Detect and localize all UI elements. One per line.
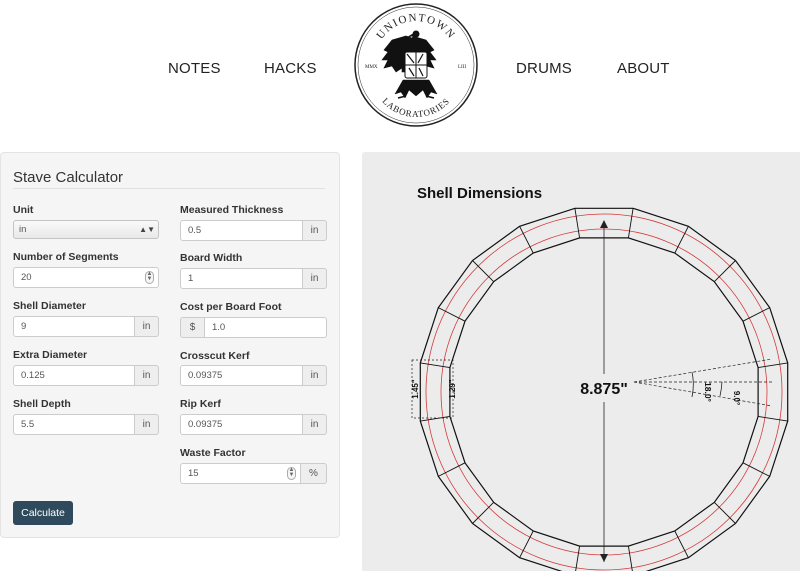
- cost-per-board-foot-label: Cost per Board Foot: [180, 301, 282, 313]
- uniontown-laboratories-logo[interactable]: UNIONTOWN LABORATORIES MMX LIII: [353, 2, 479, 128]
- extra-diameter-unit: in: [135, 365, 159, 386]
- nav-drums[interactable]: DRUMS: [516, 60, 572, 77]
- measured-thickness-input[interactable]: 0.5: [180, 220, 303, 241]
- outer-width-label: 1.45": [411, 379, 420, 399]
- inner-width-label: 1.29": [448, 379, 457, 399]
- unit-label: Unit: [13, 204, 34, 216]
- stave-joint-line: [627, 546, 633, 571]
- stave-joint-line: [472, 501, 495, 524]
- measured-thickness-label: Measured Thickness: [180, 204, 284, 216]
- stave-joint-line: [574, 208, 581, 238]
- extra-diameter-label: Extra Diameter: [13, 349, 88, 361]
- stave-joint-line: [758, 415, 788, 422]
- stave-joint-line: [472, 260, 495, 283]
- segments-label: Number of Segments: [13, 251, 119, 263]
- segment-angle-label: 18.0°: [703, 382, 713, 403]
- stave-joint-line: [713, 260, 736, 283]
- waste-factor-value: 15: [188, 468, 199, 479]
- logo-left-mark: MMX: [365, 65, 378, 70]
- nav-hacks[interactable]: HACKS: [264, 60, 317, 77]
- extra-diameter-input[interactable]: 0.125: [13, 365, 135, 386]
- shell-depth-unit: in: [135, 414, 159, 435]
- panel-divider: [13, 188, 325, 189]
- segment-angle-arc: [691, 371, 694, 398]
- cost-per-board-foot-input[interactable]: 1.0: [204, 317, 327, 338]
- segments-value: 20: [21, 272, 32, 283]
- half-angle-label: 9.0°: [732, 391, 741, 405]
- shell-diagram: 8.875" 18.0° 9.0° 1.45" 1.29": [411, 207, 789, 571]
- board-width-unit: in: [303, 268, 327, 289]
- stave-joint-line: [420, 415, 450, 422]
- unit-select-value: in: [19, 224, 27, 235]
- stave-joint-line: [420, 362, 450, 369]
- crosscut-kerf-unit: in: [303, 365, 327, 386]
- shell-diameter-label: Shell Diameter: [13, 300, 86, 312]
- diameter-label: 8.875": [580, 381, 628, 398]
- waste-factor-input[interactable]: 15 ▲ ▼: [180, 463, 301, 484]
- measured-thickness-unit: in: [303, 220, 327, 241]
- stave-joint-line: [627, 208, 634, 238]
- board-width-input[interactable]: 1: [180, 268, 303, 289]
- stave-calculator-panel: Stave Calculator Unit in ▲▼ Number of Se…: [0, 152, 340, 538]
- logo-right-mark: LIII: [458, 65, 466, 70]
- cost-currency-prefix: $: [180, 317, 204, 338]
- waste-factor-label: Waste Factor: [180, 447, 246, 459]
- shell-diameter-unit: in: [135, 316, 159, 337]
- unit-select[interactable]: in ▲▼: [13, 220, 159, 239]
- stave-joint-line: [575, 546, 581, 571]
- diameter-arrow-bottom-icon: [600, 554, 608, 562]
- waste-factor-unit: %: [301, 463, 327, 484]
- board-width-label: Board Width: [180, 252, 243, 264]
- diameter-arrow-top-icon: [600, 220, 608, 228]
- stave-joint-line: [758, 362, 788, 369]
- rip-kerf-input[interactable]: 0.09375: [180, 414, 303, 435]
- angle-ray-upper: [633, 358, 773, 383]
- shell-diameter-input[interactable]: 9: [13, 316, 135, 337]
- select-arrows-icon: ▲▼: [139, 225, 155, 234]
- shell-depth-input[interactable]: 5.5: [13, 414, 135, 435]
- angle-ray-lower: [633, 381, 773, 407]
- stave-joint-line: [713, 501, 736, 524]
- segments-stepper-icon[interactable]: ▲ ▼: [145, 271, 154, 284]
- crosscut-kerf-input[interactable]: 0.09375: [180, 365, 303, 386]
- nav-about[interactable]: ABOUT: [617, 60, 670, 77]
- rip-kerf-unit: in: [303, 414, 327, 435]
- rip-kerf-label: Rip Kerf: [180, 398, 221, 410]
- shell-depth-label: Shell Depth: [13, 398, 71, 410]
- panel-title: Stave Calculator: [13, 169, 124, 186]
- segments-input[interactable]: 20 ▲ ▼: [13, 267, 159, 288]
- nav-notes[interactable]: NOTES: [168, 60, 221, 77]
- waste-factor-stepper-icon[interactable]: ▲ ▼: [287, 467, 296, 480]
- half-angle-arc: [719, 381, 723, 397]
- shell-dimensions-panel: Shell Dimensions 8.875" 18.0° 9.0° 1.45"…: [362, 152, 800, 571]
- crosscut-kerf-label: Crosscut Kerf: [180, 350, 250, 362]
- calculate-button[interactable]: Calculate: [13, 501, 73, 525]
